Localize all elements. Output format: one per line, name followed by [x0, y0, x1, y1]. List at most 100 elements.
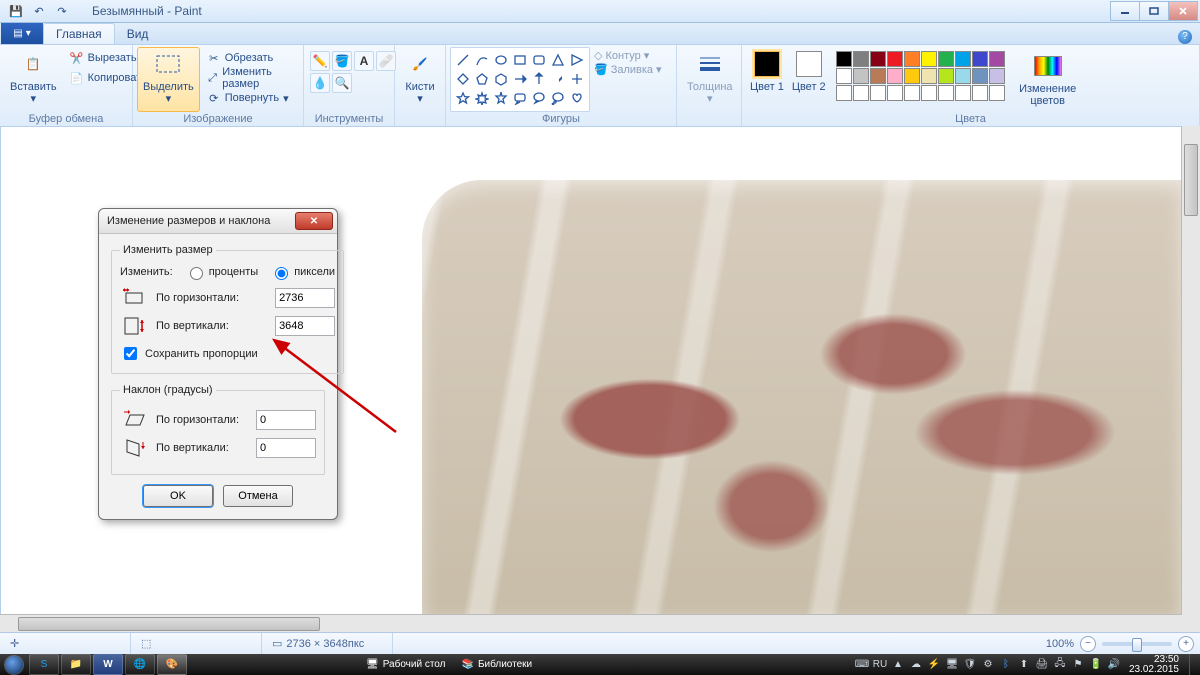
file-menu-button[interactable]: ▤▾ — [1, 23, 43, 44]
resize-v-input[interactable] — [275, 316, 335, 336]
tray-icon[interactable]: 🖥 — [945, 658, 959, 672]
tray-icon[interactable]: ⚙ — [981, 658, 995, 672]
palette-empty[interactable] — [938, 85, 954, 101]
tray-icon[interactable]: ▲ — [891, 658, 905, 672]
palette-color[interactable] — [904, 68, 920, 84]
shapes-gallery[interactable] — [450, 47, 590, 112]
palette-color[interactable] — [955, 51, 971, 67]
palette-color[interactable] — [938, 68, 954, 84]
scrollbar-thumb[interactable] — [18, 617, 320, 631]
taskbar-paint[interactable]: 🎨 — [157, 654, 187, 675]
palette-empty[interactable] — [989, 85, 1005, 101]
palette-color[interactable] — [887, 68, 903, 84]
palette-empty[interactable] — [904, 85, 920, 101]
zoom-out-button[interactable]: − — [1080, 636, 1096, 652]
palette-color[interactable] — [836, 51, 852, 67]
tray-icon[interactable]: ☁ — [909, 658, 923, 672]
taskbar-explorer[interactable]: 📁 — [61, 654, 91, 675]
palette-color[interactable] — [938, 51, 954, 67]
toolbar-desktop[interactable]: 🖥Рабочий стол — [358, 659, 453, 670]
palette-color[interactable] — [904, 51, 920, 67]
taskbar-browser[interactable]: 🌐 — [125, 654, 155, 675]
palette-empty[interactable] — [836, 85, 852, 101]
brushes-button[interactable]: 🖌️ Кисти▾ — [399, 47, 441, 112]
edit-colors-button[interactable]: Изменение цветов — [1011, 51, 1085, 107]
tray-icon[interactable]: 🛡 — [963, 658, 977, 672]
minimize-button[interactable] — [1110, 1, 1140, 21]
start-button[interactable] — [0, 654, 28, 675]
dialog-title-bar[interactable]: Изменение размеров и наклона ✕ — [99, 209, 337, 234]
bluetooth-icon[interactable]: ᛒ — [999, 658, 1013, 672]
palette-color[interactable] — [921, 51, 937, 67]
help-icon[interactable]: ? — [1178, 30, 1192, 44]
palette-color[interactable] — [853, 68, 869, 84]
select-button[interactable]: Выделить▾ — [137, 47, 200, 112]
flag-icon[interactable]: ⚑ — [1071, 658, 1085, 672]
text-tool[interactable]: A — [354, 51, 374, 71]
palette-color[interactable] — [870, 51, 886, 67]
color2-button[interactable]: Цвет 2 — [788, 51, 830, 93]
vertical-scrollbar[interactable] — [1181, 126, 1200, 615]
palette-empty[interactable] — [887, 85, 903, 101]
rotate-button[interactable]: ⟳Повернуть ▾ — [204, 89, 299, 107]
tab-view[interactable]: Вид — [115, 24, 161, 44]
dialog-close-button[interactable]: ✕ — [295, 212, 333, 230]
save-icon[interactable]: 💾 — [6, 1, 26, 21]
cancel-button[interactable]: Отмена — [223, 485, 293, 507]
palette-empty[interactable] — [921, 85, 937, 101]
canvas[interactable]: Изменение размеров и наклона ✕ Изменить … — [1, 127, 1182, 615]
palette-color[interactable] — [972, 68, 988, 84]
tray-icon[interactable]: ⬆ — [1017, 658, 1031, 672]
color-palette[interactable] — [836, 51, 1005, 101]
palette-empty[interactable] — [853, 85, 869, 101]
horizontal-scrollbar[interactable] — [0, 614, 1182, 633]
resize-h-input[interactable] — [275, 288, 335, 308]
palette-color[interactable] — [836, 68, 852, 84]
zoom-in-button[interactable]: + — [1178, 636, 1194, 652]
tab-home[interactable]: Главная — [43, 23, 115, 44]
pixels-radio[interactable]: пиксели — [270, 264, 335, 280]
percent-radio[interactable]: проценты — [185, 264, 259, 280]
palette-color[interactable] — [887, 51, 903, 67]
taskbar-skype[interactable]: S — [29, 654, 59, 675]
skew-h-input[interactable] — [256, 410, 316, 430]
slider-thumb[interactable] — [1132, 638, 1142, 652]
scrollbar-thumb[interactable] — [1184, 144, 1198, 216]
tray-icon[interactable]: 🖨 — [1035, 658, 1049, 672]
tray-icon[interactable]: ⌨ — [855, 658, 869, 672]
pencil-tool[interactable]: ✏️ — [310, 51, 330, 71]
taskbar-word[interactable]: W — [93, 654, 123, 675]
network-icon[interactable]: 🖧 — [1053, 658, 1067, 672]
palette-color[interactable] — [989, 51, 1005, 67]
battery-icon[interactable]: 🔋 — [1089, 658, 1103, 672]
show-desktop-button[interactable] — [1189, 654, 1198, 675]
palette-empty[interactable] — [955, 85, 971, 101]
ok-button[interactable]: OK — [143, 485, 213, 507]
palette-empty[interactable] — [972, 85, 988, 101]
palette-color[interactable] — [989, 68, 1005, 84]
fill-tool[interactable]: 🪣 — [332, 51, 352, 71]
paste-button[interactable]: 📋 Вставить▾ — [4, 47, 63, 112]
palette-color[interactable] — [955, 68, 971, 84]
eraser-tool[interactable]: 🩹 — [376, 51, 396, 71]
resize-button[interactable]: ⤢Изменить размер — [204, 69, 299, 87]
skew-v-input[interactable] — [256, 438, 316, 458]
clock[interactable]: 23:50 23.02.2015 — [1125, 655, 1183, 675]
undo-icon[interactable]: ↶ — [29, 1, 49, 21]
palette-empty[interactable] — [870, 85, 886, 101]
toolbar-libraries[interactable]: 📚Библиотеки — [453, 659, 540, 670]
palette-color[interactable] — [853, 51, 869, 67]
crop-button[interactable]: ✂Обрезать — [204, 49, 299, 67]
volume-icon[interactable]: 🔊 — [1107, 658, 1121, 672]
shape-fill-button[interactable]: 🪣Заливка▾ — [594, 63, 662, 76]
tray-icon[interactable]: ⚡ — [927, 658, 941, 672]
palette-color[interactable] — [870, 68, 886, 84]
shape-outline-button[interactable]: ◇Контур▾ — [594, 49, 662, 62]
thickness-button[interactable]: Толщина▾ — [681, 47, 739, 112]
keep-aspect-checkbox[interactable]: Сохранить пропорции — [120, 344, 335, 363]
color1-button[interactable]: Цвет 1 — [746, 51, 788, 93]
magnifier-tool[interactable]: 🔍 — [332, 73, 352, 93]
eyedropper-tool[interactable]: 💧 — [310, 73, 330, 93]
palette-color[interactable] — [972, 51, 988, 67]
maximize-button[interactable] — [1139, 1, 1169, 21]
